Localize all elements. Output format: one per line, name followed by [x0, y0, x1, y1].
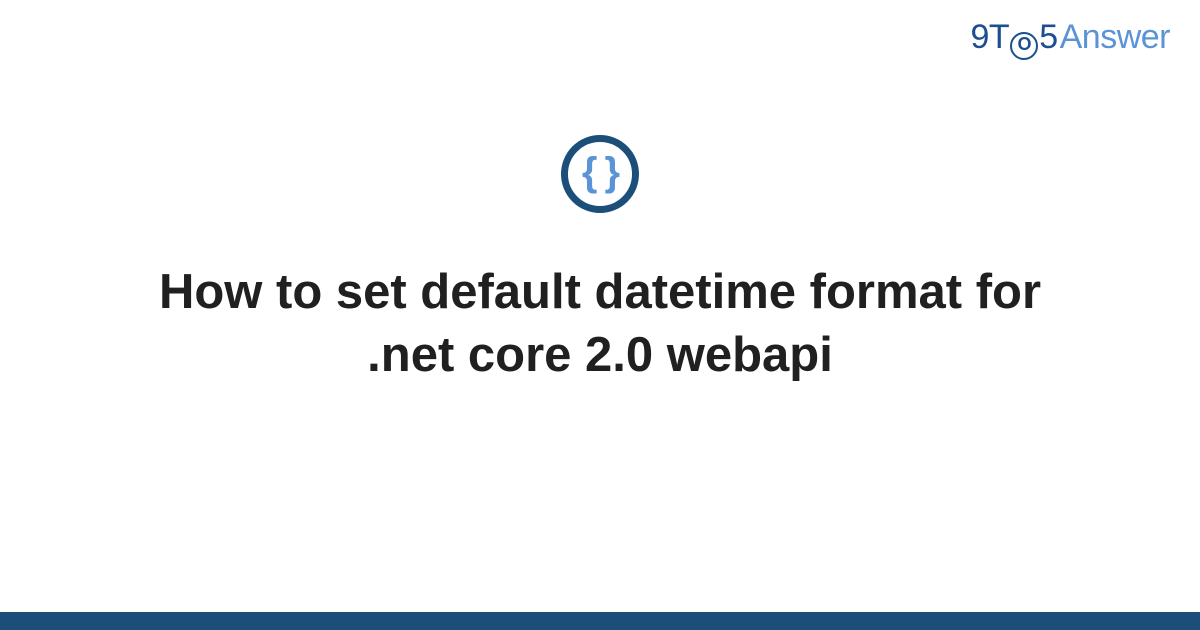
brand-part-five: 5: [1039, 18, 1057, 57]
clock-icon-label: O: [1017, 34, 1031, 55]
brand-part-t: T: [989, 18, 1009, 57]
site-brand-logo[interactable]: 9 T O 5 Answer: [971, 18, 1171, 57]
clock-icon: O: [1010, 32, 1038, 60]
footer-accent-bar: [0, 612, 1200, 630]
category-badge: { }: [561, 135, 639, 213]
code-braces-icon: { }: [582, 150, 618, 195]
brand-part-nine: 9: [971, 18, 989, 57]
page-title: How to set default datetime format for .…: [100, 261, 1100, 386]
main-content: { } How to set default datetime format f…: [0, 135, 1200, 386]
brand-part-answer: Answer: [1060, 18, 1170, 57]
